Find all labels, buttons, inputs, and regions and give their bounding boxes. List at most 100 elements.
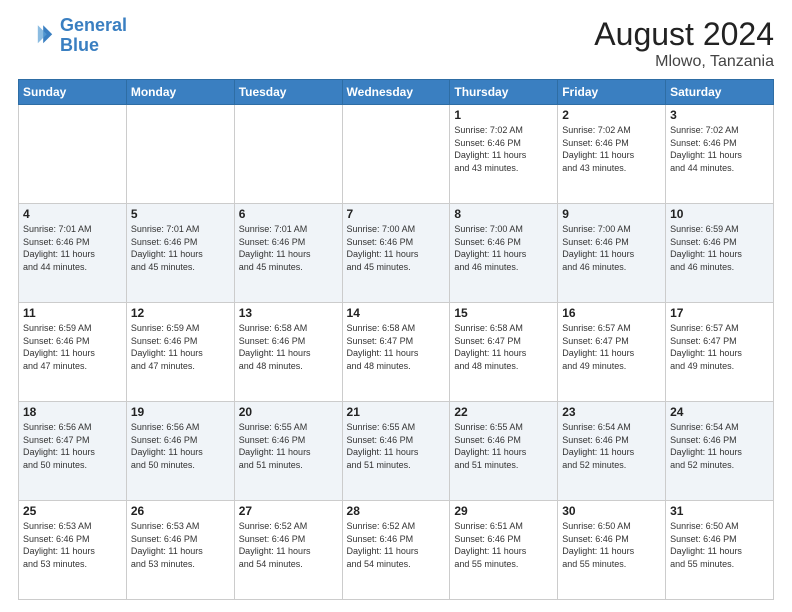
weekday-header-friday: Friday (558, 80, 666, 105)
week-row-4: 18 Sunrise: 6:56 AM Sunset: 6:47 PM Dayli… (19, 402, 774, 501)
day-number: 12 (131, 306, 230, 320)
day-info: Sunrise: 7:00 AM Sunset: 6:46 PM Dayligh… (347, 223, 446, 273)
day-info: Sunrise: 6:55 AM Sunset: 6:46 PM Dayligh… (347, 421, 446, 471)
day-number: 19 (131, 405, 230, 419)
week-row-2: 4 Sunrise: 7:01 AM Sunset: 6:46 PM Daylig… (19, 204, 774, 303)
day-number: 8 (454, 207, 553, 221)
calendar-cell: 8 Sunrise: 7:00 AM Sunset: 6:46 PM Daylig… (450, 204, 558, 303)
calendar-cell: 16 Sunrise: 6:57 AM Sunset: 6:47 PM Dayli… (558, 303, 666, 402)
week-row-3: 11 Sunrise: 6:59 AM Sunset: 6:46 PM Dayli… (19, 303, 774, 402)
day-info: Sunrise: 6:58 AM Sunset: 6:47 PM Dayligh… (454, 322, 553, 372)
day-number: 6 (239, 207, 338, 221)
day-number: 15 (454, 306, 553, 320)
day-number: 5 (131, 207, 230, 221)
day-number: 10 (670, 207, 769, 221)
calendar-cell: 21 Sunrise: 6:55 AM Sunset: 6:46 PM Dayli… (342, 402, 450, 501)
day-info: Sunrise: 6:52 AM Sunset: 6:46 PM Dayligh… (347, 520, 446, 570)
day-info: Sunrise: 6:50 AM Sunset: 6:46 PM Dayligh… (670, 520, 769, 570)
calendar-cell: 30Sunrise: 6:50 AM Sunset: 6:46 PM Dayli… (558, 501, 666, 600)
calendar-cell: 1Sunrise: 7:02 AM Sunset: 6:46 PM Daylig… (450, 105, 558, 204)
logo-line1: General (60, 15, 127, 35)
calendar-cell: 28 Sunrise: 6:52 AM Sunset: 6:46 PM Dayli… (342, 501, 450, 600)
day-number: 7 (347, 207, 446, 221)
logo-line2: Blue (60, 35, 99, 55)
day-info: Sunrise: 6:55 AM Sunset: 6:46 PM Dayligh… (454, 421, 553, 471)
calendar-cell: 11 Sunrise: 6:59 AM Sunset: 6:46 PM Dayli… (19, 303, 127, 402)
day-info: Sunrise: 6:59 AM Sunset: 6:46 PM Dayligh… (131, 322, 230, 372)
day-number: 16 (562, 306, 661, 320)
calendar-cell: 22 Sunrise: 6:55 AM Sunset: 6:46 PM Dayli… (450, 402, 558, 501)
day-info: Sunrise: 7:00 AM Sunset: 6:46 PM Dayligh… (562, 223, 661, 273)
day-number: 31 (670, 504, 769, 518)
weekday-header-saturday: Saturday (666, 80, 774, 105)
day-number: 22 (454, 405, 553, 419)
day-number: 4 (23, 207, 122, 221)
calendar-cell: 6 Sunrise: 7:01 AM Sunset: 6:46 PM Daylig… (234, 204, 342, 303)
day-info: Sunrise: 6:57 AM Sunset: 6:47 PM Dayligh… (562, 322, 661, 372)
weekday-header-monday: Monday (126, 80, 234, 105)
logo-icon (18, 18, 54, 54)
day-info: Sunrise: 7:02 AM Sunset: 6:46 PM Dayligh… (454, 124, 553, 174)
weekday-header-wednesday: Wednesday (342, 80, 450, 105)
calendar-cell: 20 Sunrise: 6:55 AM Sunset: 6:46 PM Dayli… (234, 402, 342, 501)
page: General Blue August 2024 Mlowo, Tanzania… (0, 0, 792, 612)
day-number: 17 (670, 306, 769, 320)
day-number: 21 (347, 405, 446, 419)
day-info: Sunrise: 6:59 AM Sunset: 6:46 PM Dayligh… (23, 322, 122, 372)
logo-text: General Blue (60, 16, 127, 56)
calendar-cell: 3Sunrise: 7:02 AM Sunset: 6:46 PM Daylig… (666, 105, 774, 204)
calendar-cell: 18 Sunrise: 6:56 AM Sunset: 6:47 PM Dayli… (19, 402, 127, 501)
day-number: 23 (562, 405, 661, 419)
day-info: Sunrise: 7:00 AM Sunset: 6:46 PM Dayligh… (454, 223, 553, 273)
day-number: 11 (23, 306, 122, 320)
day-info: Sunrise: 7:02 AM Sunset: 6:46 PM Dayligh… (670, 124, 769, 174)
day-number: 28 (347, 504, 446, 518)
page-subtitle: Mlowo, Tanzania (594, 53, 774, 71)
calendar-cell: 7 Sunrise: 7:00 AM Sunset: 6:46 PM Daylig… (342, 204, 450, 303)
day-number: 27 (239, 504, 338, 518)
calendar-cell: 23Sunrise: 6:54 AM Sunset: 6:46 PM Dayli… (558, 402, 666, 501)
calendar-cell: 15 Sunrise: 6:58 AM Sunset: 6:47 PM Dayli… (450, 303, 558, 402)
day-number: 18 (23, 405, 122, 419)
calendar-cell: 29 Sunrise: 6:51 AM Sunset: 6:46 PM Dayli… (450, 501, 558, 600)
calendar-cell: 17 Sunrise: 6:57 AM Sunset: 6:47 PM Dayli… (666, 303, 774, 402)
week-row-5: 25 Sunrise: 6:53 AM Sunset: 6:46 PM Dayli… (19, 501, 774, 600)
day-number: 14 (347, 306, 446, 320)
day-info: Sunrise: 6:51 AM Sunset: 6:46 PM Dayligh… (454, 520, 553, 570)
weekday-header-thursday: Thursday (450, 80, 558, 105)
page-title: August 2024 (594, 16, 774, 53)
day-info: Sunrise: 6:57 AM Sunset: 6:47 PM Dayligh… (670, 322, 769, 372)
calendar-cell: 31 Sunrise: 6:50 AM Sunset: 6:46 PM Dayli… (666, 501, 774, 600)
header: General Blue August 2024 Mlowo, Tanzania (18, 16, 774, 71)
calendar-cell: 19 Sunrise: 6:56 AM Sunset: 6:46 PM Dayli… (126, 402, 234, 501)
day-info: Sunrise: 6:54 AM Sunset: 6:46 PM Dayligh… (670, 421, 769, 471)
day-info: Sunrise: 6:52 AM Sunset: 6:46 PM Dayligh… (239, 520, 338, 570)
day-info: Sunrise: 7:01 AM Sunset: 6:46 PM Dayligh… (131, 223, 230, 273)
calendar-cell: 9 Sunrise: 7:00 AM Sunset: 6:46 PM Daylig… (558, 204, 666, 303)
calendar-cell: 5 Sunrise: 7:01 AM Sunset: 6:46 PM Daylig… (126, 204, 234, 303)
day-info: Sunrise: 6:58 AM Sunset: 6:46 PM Dayligh… (239, 322, 338, 372)
logo: General Blue (18, 16, 127, 56)
weekday-header-tuesday: Tuesday (234, 80, 342, 105)
week-row-1: 1Sunrise: 7:02 AM Sunset: 6:46 PM Daylig… (19, 105, 774, 204)
calendar-cell: 14Sunrise: 6:58 AM Sunset: 6:47 PM Dayli… (342, 303, 450, 402)
day-info: Sunrise: 6:56 AM Sunset: 6:46 PM Dayligh… (131, 421, 230, 471)
day-number: 9 (562, 207, 661, 221)
day-info: Sunrise: 6:59 AM Sunset: 6:46 PM Dayligh… (670, 223, 769, 273)
calendar-cell (19, 105, 127, 204)
day-number: 25 (23, 504, 122, 518)
day-info: Sunrise: 6:55 AM Sunset: 6:46 PM Dayligh… (239, 421, 338, 471)
day-number: 29 (454, 504, 553, 518)
calendar: SundayMondayTuesdayWednesdayThursdayFrid… (18, 79, 774, 600)
day-info: Sunrise: 6:50 AM Sunset: 6:46 PM Dayligh… (562, 520, 661, 570)
day-info: Sunrise: 7:01 AM Sunset: 6:46 PM Dayligh… (239, 223, 338, 273)
weekday-header-row: SundayMondayTuesdayWednesdayThursdayFrid… (19, 80, 774, 105)
calendar-cell: 24Sunrise: 6:54 AM Sunset: 6:46 PM Dayli… (666, 402, 774, 501)
calendar-cell (126, 105, 234, 204)
calendar-cell: 13 Sunrise: 6:58 AM Sunset: 6:46 PM Dayli… (234, 303, 342, 402)
day-number: 20 (239, 405, 338, 419)
day-info: Sunrise: 7:01 AM Sunset: 6:46 PM Dayligh… (23, 223, 122, 273)
day-info: Sunrise: 6:56 AM Sunset: 6:47 PM Dayligh… (23, 421, 122, 471)
day-info: Sunrise: 6:53 AM Sunset: 6:46 PM Dayligh… (23, 520, 122, 570)
day-number: 13 (239, 306, 338, 320)
